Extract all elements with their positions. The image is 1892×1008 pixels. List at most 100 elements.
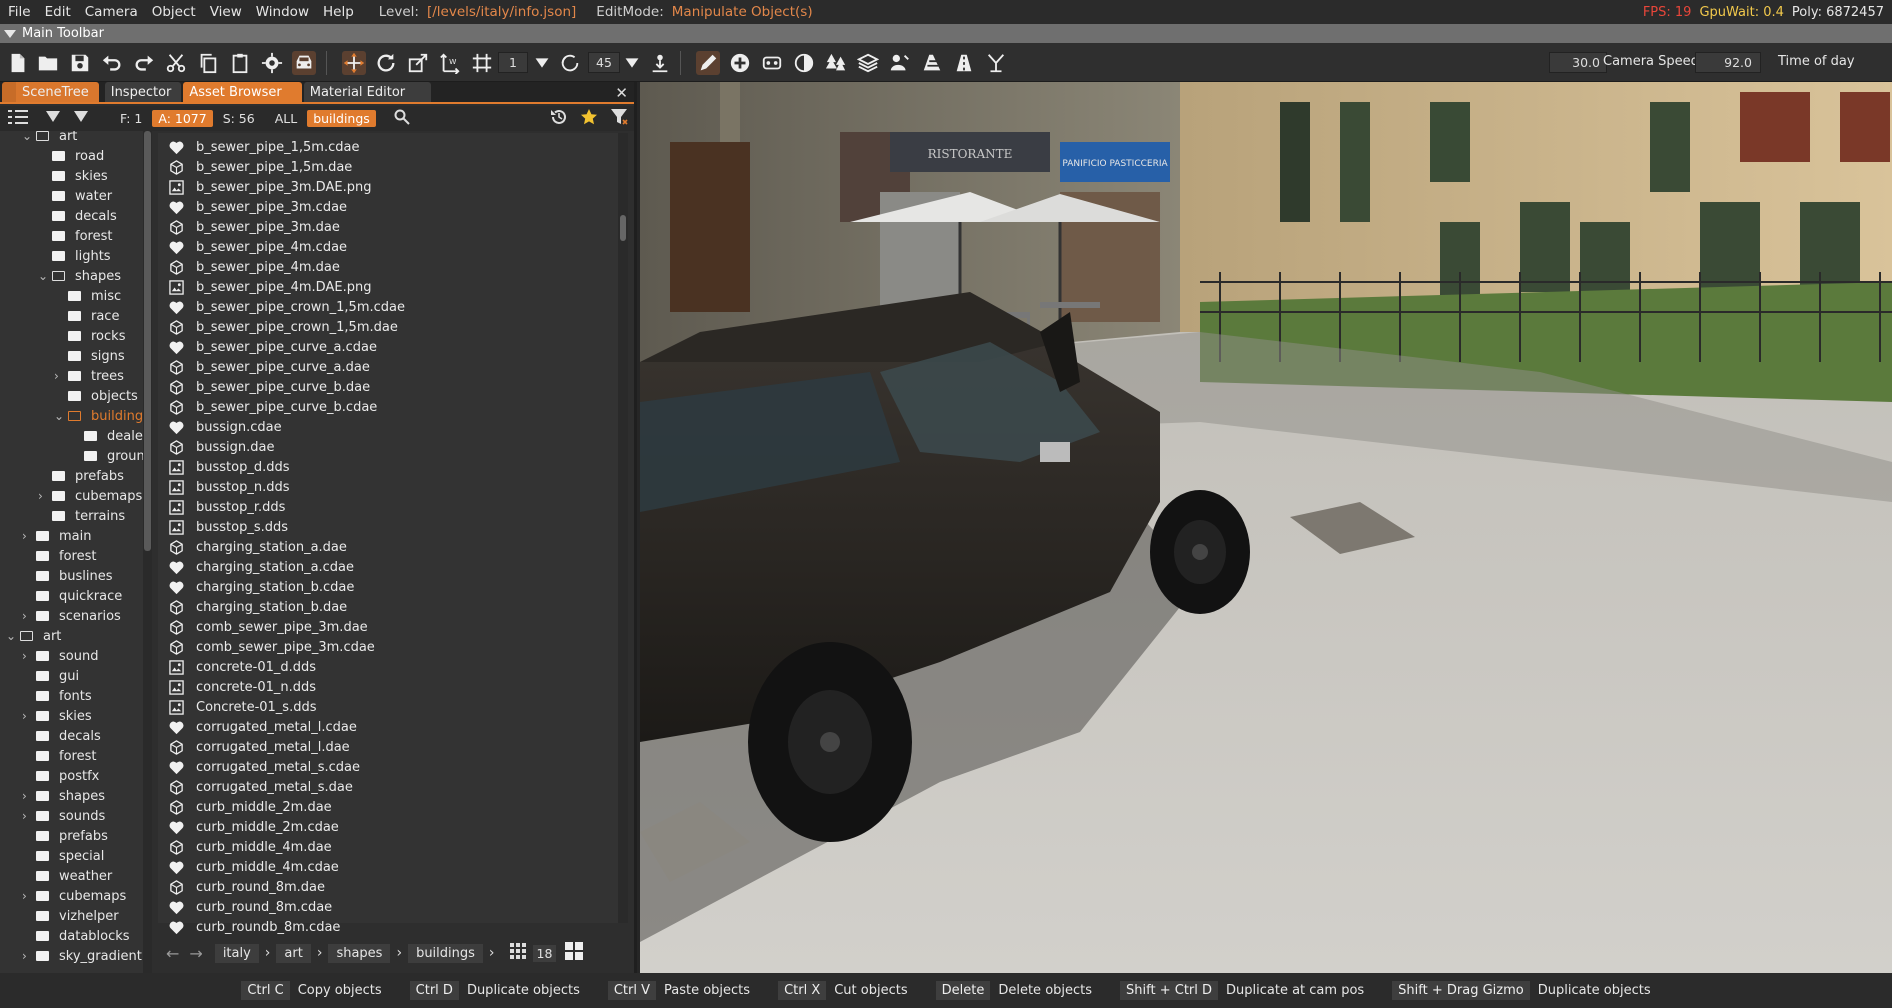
file-item[interactable]: bussign.cdae xyxy=(168,417,282,437)
file-item[interactable]: b_sewer_pipe_1,5m.dae xyxy=(168,157,352,177)
file-item[interactable]: comb_sewer_pipe_3m.dae xyxy=(168,617,368,637)
back-arrow-icon[interactable]: ← xyxy=(166,944,179,963)
file-item[interactable]: Concrete-01_s.dds xyxy=(168,697,317,717)
file-item[interactable]: b_sewer_pipe_3m.cdae xyxy=(168,197,347,217)
tree-item-water[interactable]: water xyxy=(52,186,112,206)
tree-item-shapes[interactable]: › shapes xyxy=(22,786,105,806)
chevron-down-icon[interactable]: ⌄ xyxy=(54,409,64,423)
thumbnail-size-input[interactable]: 18 xyxy=(532,944,557,962)
breadcrumb-buildings[interactable]: buildings xyxy=(408,943,483,963)
chevron-down-icon[interactable]: ⌄ xyxy=(6,629,16,643)
menu-view[interactable]: View xyxy=(203,4,249,20)
3d-viewport[interactable]: RISTORANTE PANIFICIO PASTICCERIA xyxy=(640,82,1892,973)
time-of-day-input[interactable]: 92.0 xyxy=(1695,52,1761,73)
file-item[interactable]: b_sewer_pipe_4m.DAE.png xyxy=(168,277,371,297)
file-item[interactable]: bussign.dae xyxy=(168,437,275,457)
rotate-snap-input[interactable]: 45 xyxy=(588,52,620,73)
tab-material-editor[interactable]: Material Editor xyxy=(303,82,432,102)
tree-item-prefabs[interactable]: prefabs xyxy=(36,826,108,846)
tree-item-signs[interactable]: signs xyxy=(68,346,125,366)
tree-item-lights[interactable]: lights xyxy=(52,246,111,266)
file-item[interactable]: busstop_s.dds xyxy=(168,517,288,537)
menu-help[interactable]: Help xyxy=(316,4,361,20)
file-item[interactable]: corrugated_metal_s.cdae xyxy=(168,757,360,777)
file-item[interactable]: curb_round_8m.dae xyxy=(168,877,325,897)
tree-item-art[interactable]: ⌄ art xyxy=(22,131,77,146)
chevron-right-icon[interactable]: › xyxy=(54,369,59,383)
file-item[interactable]: comb_sewer_pipe_3m.cdae xyxy=(168,637,375,657)
tree-item-decals[interactable]: decals xyxy=(52,206,117,226)
settings-gear-icon[interactable] xyxy=(260,51,284,75)
file-item[interactable]: busstop_d.dds xyxy=(168,457,290,477)
tree-item-datablocks[interactable]: datablocks xyxy=(36,926,130,946)
file-item[interactable]: corrugated_metal_l.cdae xyxy=(168,717,357,737)
move-gizmo-icon[interactable] xyxy=(342,51,366,75)
redo-icon[interactable] xyxy=(132,51,156,75)
snap-value-input[interactable]: 1 xyxy=(498,52,528,73)
drop-to-ground-icon[interactable] xyxy=(648,51,672,75)
tree-item-road[interactable]: road xyxy=(52,146,104,166)
file-item[interactable]: busstop_r.dds xyxy=(168,497,285,517)
tree-item-sky-gradient[interactable]: › sky_gradient xyxy=(22,946,142,966)
file-item[interactable]: b_sewer_pipe_3m.DAE.png xyxy=(168,177,371,197)
file-item[interactable]: b_sewer_pipe_4m.cdae xyxy=(168,237,347,257)
tree-item-buslines[interactable]: buslines xyxy=(36,566,113,586)
file-item[interactable]: busstop_n.dds xyxy=(168,477,290,497)
star-favorite-icon[interactable] xyxy=(580,108,598,130)
file-item[interactable]: corrugated_metal_l.dae xyxy=(168,737,350,757)
list-view-icon[interactable] xyxy=(8,109,28,129)
tree-item-rocks[interactable]: rocks xyxy=(68,326,125,346)
tab-inspector[interactable]: Inspector xyxy=(104,82,182,102)
tree-item-quickrace[interactable]: quickrace xyxy=(36,586,122,606)
terrain-paint-icon[interactable] xyxy=(792,51,816,75)
filter-down-icon[interactable] xyxy=(46,110,60,127)
forward-arrow-icon[interactable]: → xyxy=(189,944,202,963)
tab-scenetree[interactable]: SceneTree xyxy=(2,82,99,102)
chevron-down-icon[interactable]: ⌄ xyxy=(22,131,32,143)
tree-item-groundco[interactable]: groundco xyxy=(84,446,143,466)
snap-dropdown-icon[interactable] xyxy=(530,51,554,75)
menu-camera[interactable]: Camera xyxy=(78,4,145,20)
chevron-right-icon[interactable]: › xyxy=(22,609,27,623)
world-local-icon[interactable]: W xyxy=(438,51,462,75)
tree-item-cubemaps[interactable]: › cubemaps xyxy=(38,486,142,506)
paste-icon[interactable] xyxy=(228,51,252,75)
save-icon[interactable] xyxy=(68,51,92,75)
road-editor-icon[interactable] xyxy=(760,51,784,75)
file-item[interactable]: curb_round_8m.cdae xyxy=(168,897,332,917)
copy-icon[interactable] xyxy=(196,51,220,75)
tree-item-forest[interactable]: forest xyxy=(52,226,112,246)
menu-file[interactable]: File xyxy=(0,4,38,20)
file-item[interactable]: charging_station_a.cdae xyxy=(168,557,354,577)
file-item[interactable]: charging_station_b.cdae xyxy=(168,577,354,597)
decal-editor-icon[interactable] xyxy=(888,51,912,75)
large-grid-icon[interactable] xyxy=(564,941,584,965)
chevron-right-icon[interactable]: › xyxy=(22,709,27,723)
chevron-right-icon[interactable]: › xyxy=(22,949,27,963)
tree-item-shapes[interactable]: ⌄ shapes xyxy=(38,266,121,286)
add-object-icon[interactable] xyxy=(728,51,752,75)
file-item[interactable]: b_sewer_pipe_1,5m.cdae xyxy=(168,137,359,157)
filter-f-count[interactable]: F: 1 xyxy=(120,111,142,126)
road-architect-icon[interactable] xyxy=(952,51,976,75)
file-item[interactable]: b_sewer_pipe_curve_b.dae xyxy=(168,377,370,397)
filter-funnel-icon[interactable] xyxy=(610,108,628,130)
tree-item-dealersh[interactable]: dealersh xyxy=(84,426,143,446)
tree-item-skies[interactable]: › skies xyxy=(22,706,92,726)
file-item[interactable]: b_sewer_pipe_3m.dae xyxy=(168,217,340,237)
file-item[interactable]: concrete-01_n.dds xyxy=(168,677,316,697)
chevron-right-icon[interactable]: › xyxy=(22,529,27,543)
tree-item-race[interactable]: race xyxy=(68,306,119,326)
tree-item-special[interactable]: special xyxy=(36,846,104,866)
tree-scrollbar[interactable] xyxy=(143,131,152,973)
filter-all[interactable]: ALL xyxy=(275,111,297,126)
tree-item-misc[interactable]: misc xyxy=(68,286,121,306)
tree-item-skies[interactable]: skies xyxy=(52,166,108,186)
sketch-tool-icon[interactable] xyxy=(984,51,1008,75)
camera-speed-input[interactable]: 30.0 xyxy=(1549,52,1607,73)
undo-icon[interactable] xyxy=(100,51,124,75)
cut-icon[interactable] xyxy=(164,51,188,75)
chevron-right-icon[interactable]: › xyxy=(22,789,27,803)
mesh-road-icon[interactable] xyxy=(856,51,880,75)
river-editor-icon[interactable] xyxy=(920,51,944,75)
